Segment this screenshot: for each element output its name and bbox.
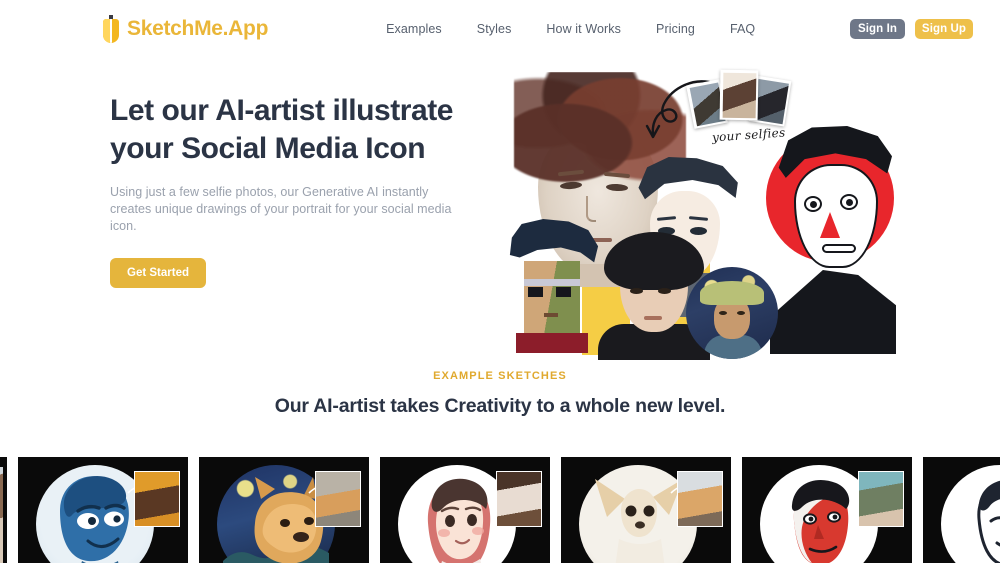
- auth-buttons: Sign In Sign Up: [850, 18, 973, 39]
- nav-item-pricing[interactable]: Pricing: [656, 22, 695, 36]
- nav-item-styles[interactable]: Styles: [477, 22, 512, 36]
- section-title: Our AI-artist takes Creativity to a whol…: [274, 395, 726, 417]
- main-nav: Examples Styles How it Works Pricing FAQ: [386, 22, 755, 36]
- brand-logo[interactable]: SketchMe.App: [103, 14, 268, 44]
- brand-name: SketchMe.App: [127, 16, 269, 40]
- sketch-red-popart-portrait: [760, 120, 900, 355]
- example-card[interactable]: [0, 457, 7, 563]
- example-card[interactable]: [199, 457, 369, 563]
- sign-in-button[interactable]: Sign In: [850, 18, 905, 39]
- sign-up-button[interactable]: Sign Up: [915, 18, 973, 39]
- hero-section: Let our AI-artist illustrate your Social…: [0, 57, 1000, 360]
- example-source-photo: [134, 471, 180, 527]
- example-card[interactable]: [18, 457, 188, 563]
- example-source-photo: [315, 471, 361, 527]
- hero-title: Let our AI-artist illustrate your Social…: [110, 94, 454, 165]
- landing-page: SketchMe.App Examples Styles How it Work…: [0, 0, 1000, 563]
- nav-item-examples[interactable]: Examples: [386, 22, 442, 36]
- example-source-photo: [496, 471, 542, 527]
- selfie-thumb-2: [719, 69, 759, 121]
- example-portrait: [941, 465, 1000, 563]
- example-card[interactable]: [742, 457, 912, 563]
- example-sketches-section: EXAMPLE SKETCHES Our AI-artist takes Cre…: [0, 370, 1000, 563]
- get-started-button[interactable]: Get Started: [110, 258, 206, 288]
- example-source-photo: [858, 471, 904, 527]
- sketch-vangogh-portrait: [686, 267, 778, 359]
- nav-item-how-it-works[interactable]: How it Works: [546, 22, 621, 36]
- hero-subtitle: Using just a few selfie photos, our Gene…: [110, 185, 452, 233]
- example-portrait: [0, 467, 3, 563]
- example-source-photo: [677, 471, 723, 527]
- site-header: SketchMe.App Examples Styles How it Work…: [0, 0, 1000, 57]
- hero-copy: Let our AI-artist illustrate your Social…: [110, 92, 490, 288]
- example-card[interactable]: [923, 457, 1000, 563]
- example-card[interactable]: [380, 457, 550, 563]
- pencil-icon: [103, 14, 119, 44]
- example-card[interactable]: [561, 457, 731, 563]
- sketch-pixel-art-portrait: [498, 217, 608, 357]
- example-cards-row: [0, 457, 1000, 563]
- section-eyebrow: EXAMPLE SKETCHES: [433, 370, 567, 382]
- nav-item-faq[interactable]: FAQ: [730, 22, 755, 36]
- hero-illustration: your selfies: [490, 62, 896, 362]
- selfie-photos-group: your selfies: [645, 69, 840, 145]
